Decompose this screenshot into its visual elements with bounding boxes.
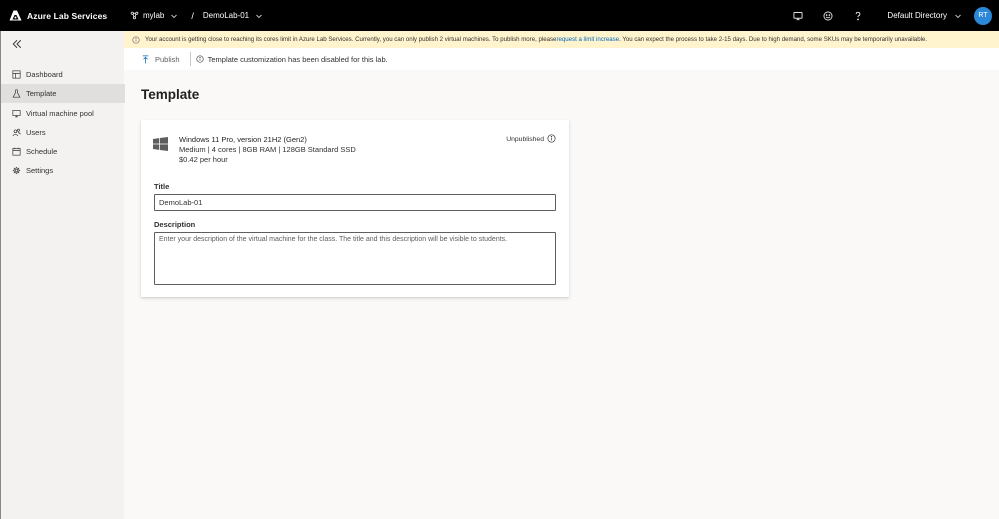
lab-name: DemoLab-01 (202, 11, 250, 20)
info-icon (196, 55, 204, 63)
feedback-button[interactable] (783, 0, 813, 31)
sidebar: Dashboard Template Virtual machine pool … (0, 31, 125, 519)
description-input[interactable] (154, 232, 556, 285)
page-title: Template (141, 87, 200, 102)
publish-label: Publish (155, 54, 180, 64)
sidebar-item-label: Users (26, 127, 46, 137)
help-icon (856, 11, 861, 20)
chevron-down-icon (955, 14, 961, 18)
smiley-icon (823, 11, 833, 20)
users-icon (12, 128, 21, 136)
lab-selector[interactable]: DemoLab-01 (203, 11, 263, 20)
smiley-button[interactable] (813, 0, 843, 31)
chevron-down-icon (256, 14, 262, 18)
template-card: Windows 11 Pro, version 21H2 (Gen2) Medi… (141, 120, 569, 297)
os-name: Windows 11 Pro, version 21H2 (Gen2) (179, 135, 307, 144)
banner-text-start: Your account is getting close to reachin… (145, 36, 557, 43)
sidebar-item-dashboard[interactable]: Dashboard (1, 65, 125, 84)
notice-text: Template customization has been disabled… (207, 54, 388, 64)
sidebar-item-users[interactable]: Users (1, 123, 125, 142)
monitor-feedback-icon (793, 11, 803, 20)
breadcrumb-separator: / (191, 10, 194, 21)
windows-icon (153, 137, 168, 151)
sidebar-item-label: Virtual machine pool (26, 108, 94, 118)
sidebar-item-label: Dashboard (26, 70, 63, 79)
cores-limit-warning-banner: Your account is getting close to reachin… (124, 31, 999, 48)
vm-size-spec: Medium | 4 cores | 8GB RAM | 128GB Stand… (179, 145, 356, 154)
dashboard-icon (12, 70, 21, 79)
sidebar-item-label: Schedule (26, 147, 58, 157)
sidebar-item-virtual-machine-pool[interactable]: Virtual machine pool (1, 104, 125, 123)
gear-icon (12, 167, 21, 175)
sidebar-item-label: Template (26, 89, 57, 99)
title-label: Title (154, 182, 170, 191)
app-title: Azure Lab Services (27, 10, 108, 21)
sidebar-item-settings[interactable]: Settings (1, 161, 125, 180)
azure-lab-logo-icon (9, 10, 22, 21)
lab-plan-selector[interactable]: mylab (130, 11, 178, 20)
command-bar: Publish Template customization has been … (124, 48, 999, 70)
warning-info-icon (132, 35, 140, 44)
customization-disabled-notice: Template customization has been disabled… (196, 55, 388, 64)
sidebar-item-schedule[interactable]: Schedule (1, 142, 125, 161)
sidebar-item-label: Settings (26, 166, 54, 176)
calendar-icon (12, 147, 21, 156)
collapse-sidebar-icon[interactable] (11, 38, 23, 50)
top-bar: Azure Lab Services mylab / DemoLab-01 De… (0, 0, 999, 31)
flask-icon (12, 89, 21, 98)
sidebar-nav: Dashboard Template Virtual machine pool … (1, 65, 125, 181)
vm-price: $0.42 per hour (179, 155, 228, 164)
status-badge: Unpublished (506, 136, 544, 143)
brand[interactable]: Azure Lab Services (0, 10, 130, 21)
lab-plan-icon (130, 11, 139, 20)
directory-selector[interactable]: Default Directory (887, 11, 962, 20)
avatar[interactable]: RT (974, 6, 992, 25)
chevron-down-icon (171, 14, 178, 18)
banner-text-end: . You can expect the process to take 2-1… (619, 36, 928, 43)
monitor-icon (12, 109, 21, 117)
description-label: Description (154, 220, 196, 229)
request-limit-increase-link[interactable]: request a limit increase (556, 36, 619, 43)
lab-plan-name: mylab (143, 11, 165, 20)
help-button[interactable] (843, 0, 873, 31)
info-icon[interactable] (547, 134, 556, 143)
title-input[interactable] (154, 194, 556, 211)
top-bar-actions: Default Directory RT (783, 0, 999, 31)
directory-name: Default Directory (887, 11, 947, 20)
publish-button[interactable]: Publish (141, 55, 180, 64)
publish-icon (142, 54, 149, 63)
toolbar-divider (189, 52, 191, 66)
sidebar-item-template[interactable]: Template (1, 84, 125, 104)
